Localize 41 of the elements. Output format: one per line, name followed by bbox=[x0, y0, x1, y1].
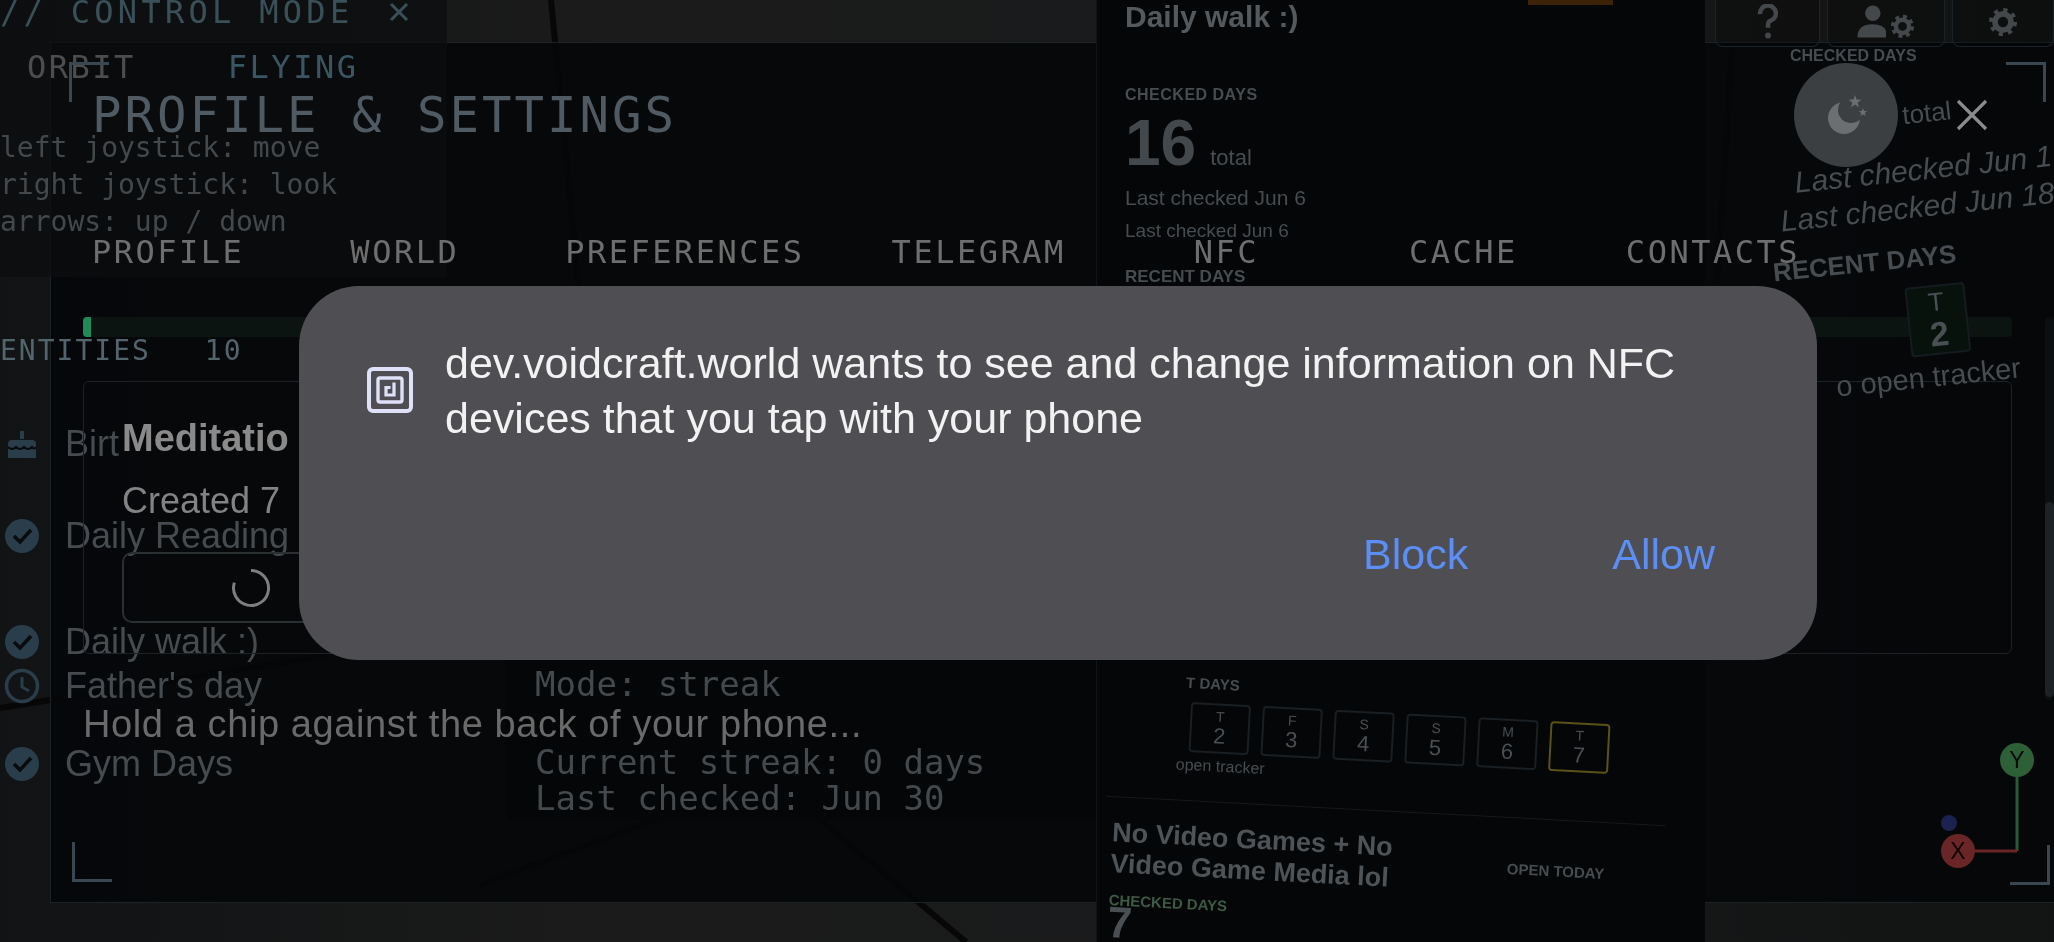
axis-label: Y bbox=[2009, 747, 2025, 773]
entry-title: Meditatio bbox=[122, 419, 289, 457]
last-checked-text: Last checked Jun 6 bbox=[1125, 221, 1289, 241]
day-number: 5 bbox=[1428, 735, 1442, 761]
section-label: RECENT DAYS bbox=[1125, 268, 1246, 286]
axis-label: X bbox=[1950, 838, 1966, 864]
last-checked-text: Last checked Jun 6 bbox=[1125, 185, 1306, 211]
unit-label: total bbox=[1210, 145, 1252, 171]
hint-text: left joystick: move bbox=[0, 134, 321, 162]
info-line: Last checked: Jun 30 bbox=[535, 782, 945, 814]
day-number: 2 bbox=[1928, 314, 1951, 353]
unit-label: total bbox=[1900, 94, 1953, 132]
hint-text: o open tracker bbox=[1834, 350, 2023, 404]
weekday-label: S bbox=[1359, 716, 1370, 733]
day-number: 4 bbox=[1356, 731, 1370, 757]
count-value: 16 bbox=[1125, 111, 1197, 175]
section-label: CHECKED DAYS bbox=[1790, 48, 1917, 63]
day-number: 3 bbox=[1284, 728, 1298, 753]
hint-text: arrows: up / down bbox=[0, 208, 287, 236]
dialog-message: dev.voidcraft.world wants to see and change information on NFC devices that you tap with your phone bbox=[445, 338, 1677, 444]
status-text: Hold a chip against the back of your phone... bbox=[83, 705, 863, 743]
section-label: CHECKED DAYS bbox=[1125, 85, 1258, 105]
entry-subtitle: Created 7 bbox=[122, 483, 281, 519]
weekday-label: T bbox=[1215, 708, 1226, 725]
tracker-title: Daily walk :) bbox=[1125, 0, 1299, 34]
section-label: ENTITIES bbox=[0, 341, 151, 361]
weekday-label: M bbox=[1501, 723, 1515, 741]
panel-title: // CONTROL MODE bbox=[0, 0, 354, 30]
weekday-label: F bbox=[1287, 712, 1297, 729]
weekday-label: S bbox=[1431, 719, 1442, 737]
weekday-label: T bbox=[1575, 727, 1585, 744]
day-number: 7 bbox=[1572, 743, 1586, 768]
entity-count: 10 bbox=[204, 341, 243, 361]
day-number: 6 bbox=[1500, 739, 1514, 765]
section-label: T DAYS bbox=[1185, 673, 1241, 695]
day-number: 2 bbox=[1212, 724, 1227, 749]
hint-text: open tracker bbox=[1175, 755, 1266, 779]
hint-text: right joystick: look bbox=[0, 171, 338, 199]
info-line: Mode: streak bbox=[535, 668, 781, 700]
tracker-title: No Video Games + No Video Game Media lol bbox=[1109, 817, 1395, 894]
weekday-label: T bbox=[1926, 287, 1946, 317]
